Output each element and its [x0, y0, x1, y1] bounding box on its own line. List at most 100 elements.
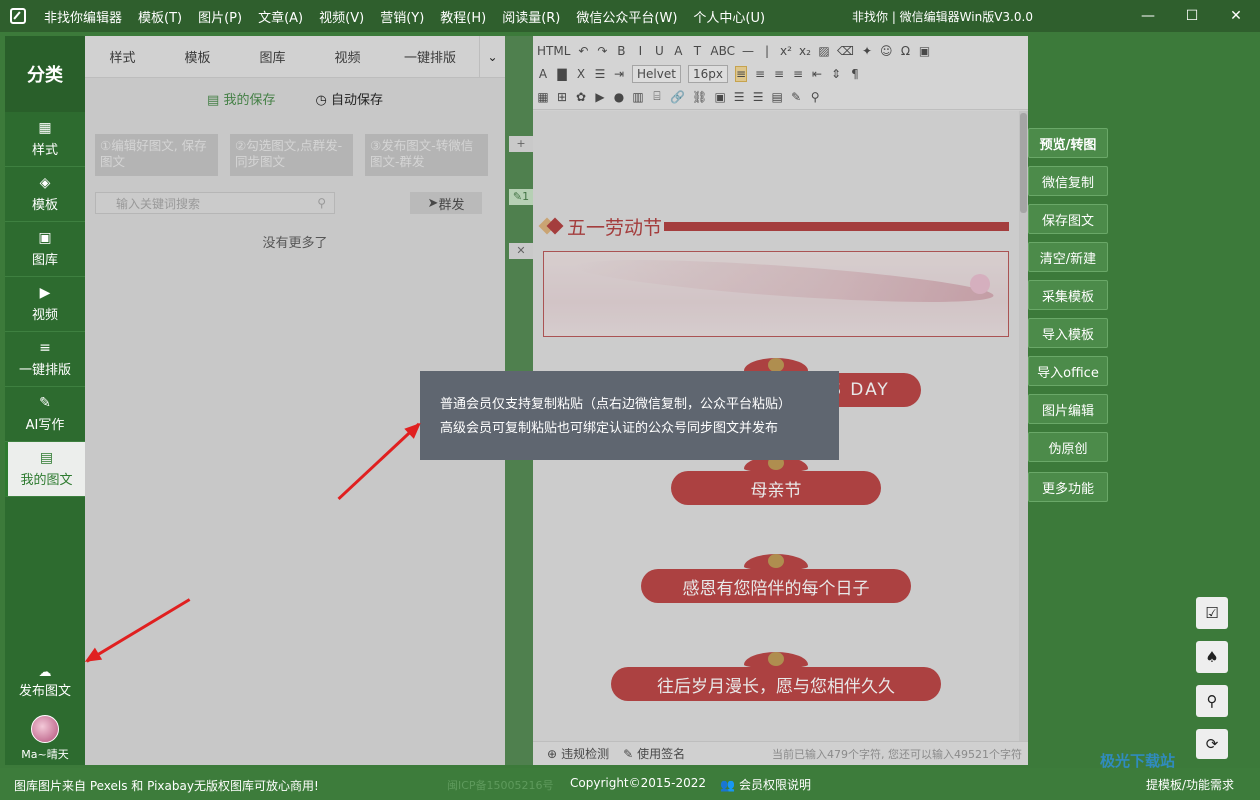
maximize-button[interactable]: ☐ [1170, 0, 1214, 32]
import-template-button[interactable]: 导入模板 [1028, 318, 1108, 348]
tab-video[interactable]: 视频 [310, 47, 385, 66]
clear-format-button[interactable]: X [575, 67, 587, 81]
wechat-copy-button[interactable]: 微信复制 [1028, 166, 1108, 196]
sidebar-item-auto-layout[interactable]: ≡ 一键排版 [5, 332, 85, 387]
sidebar-item-style[interactable]: ▦ 样式 [5, 112, 85, 167]
indent-button[interactable]: ⇥ [613, 67, 625, 81]
insert-chart-button[interactable]: ▥ [632, 90, 644, 104]
collect-template-button[interactable]: 采集模板 [1028, 280, 1108, 310]
menu-wechat-platform[interactable]: 微信公众平台(W) [568, 7, 685, 26]
outdent-button[interactable]: ⇤ [811, 67, 823, 81]
sidebar-item-gallery[interactable]: ▣ 图库 [5, 222, 85, 277]
sidebar-item-template[interactable]: ◈ 模板 [5, 167, 85, 222]
paste-plain-button[interactable]: ▤ [771, 90, 783, 104]
bold-button[interactable]: B [615, 44, 627, 58]
menu-reads[interactable]: 阅读量(R) [494, 7, 568, 26]
menu-video[interactable]: 视频(V) [311, 7, 372, 26]
menu-article[interactable]: 文章(A) [250, 7, 311, 26]
pseudo-original-button[interactable]: 伪原创 [1028, 432, 1108, 462]
delete-block-button[interactable]: ✕ [509, 243, 533, 259]
search-icon[interactable]: ⚲ [317, 196, 326, 210]
text-format-button[interactable]: T [691, 44, 703, 58]
sidebar-item-video[interactable]: ▶ 视频 [5, 277, 85, 332]
search-input[interactable]: 输入关键词搜索 ⚲ [95, 192, 335, 214]
unlink-button[interactable]: ⛓ [692, 90, 707, 104]
pattern-button[interactable]: ▨ [818, 44, 830, 58]
editor-scrollbar[interactable] [1019, 111, 1028, 741]
tab-style[interactable]: 样式 [85, 47, 160, 66]
insert-frame-button[interactable]: ⌸ [651, 89, 663, 104]
menu-app[interactable]: 非找你编辑器 [36, 7, 130, 26]
justify-button[interactable]: ≡ [792, 67, 804, 81]
font-color-button[interactable]: A [537, 67, 549, 81]
sidebar-item-publish[interactable]: ☁ 发布图文 [5, 654, 85, 709]
undo-button[interactable]: ↶ [577, 44, 589, 58]
mass-send-button[interactable]: ➤ 群发 [410, 192, 482, 214]
spacing-button[interactable]: ⇕ [830, 67, 842, 81]
redo-button[interactable]: ↷ [596, 44, 608, 58]
scroll-thumb[interactable] [1020, 113, 1027, 213]
icp-number[interactable]: 闽ICP备15005216号 [447, 777, 554, 793]
insert-video-button[interactable]: ▶ [594, 90, 606, 104]
menu-template[interactable]: 模板(T) [130, 7, 190, 26]
sidebar-item-ai-writing[interactable]: ✎ AI写作 [5, 387, 85, 442]
unordered-list-button[interactable]: ☰ [752, 90, 764, 104]
close-button[interactable]: ✕ [1214, 0, 1258, 32]
user-profile[interactable]: Ma~晴天 [5, 711, 85, 765]
import-office-button[interactable]: 导入office [1028, 356, 1108, 386]
clear-new-button[interactable]: 清空/新建 [1028, 242, 1108, 272]
separator[interactable]: | [761, 44, 773, 58]
line-height-button[interactable]: ☰ [594, 67, 606, 81]
italic-button[interactable]: I [634, 44, 646, 58]
menu-user-center[interactable]: 个人中心(U) [685, 7, 773, 26]
use-signature-button[interactable]: ✎ 使用签名 [623, 745, 685, 762]
bg-color-button[interactable]: ▇ [556, 67, 568, 81]
align-left-button[interactable]: ≡ [734, 65, 747, 82]
pill-heading[interactable]: 母亲节 [533, 456, 1019, 516]
emoji-button[interactable]: ☺ [880, 44, 893, 58]
anchor-button[interactable]: ▣ [714, 90, 726, 104]
underline-button[interactable]: U [653, 44, 665, 58]
eraser-button[interactable]: ⌫ [837, 44, 854, 58]
tab-auto-layout[interactable]: 一键排版 [385, 47, 475, 66]
insert-map-button[interactable]: ● [613, 90, 625, 104]
pill-heading[interactable]: 感恩有您陪伴的每个日子 [533, 554, 1019, 614]
feature-request-link[interactable]: 提模板/功能需求 [1146, 776, 1234, 793]
search-icon[interactable]: ⚲ [1196, 685, 1228, 717]
more-features-button[interactable]: 更多功能 [1028, 472, 1108, 502]
preview-button[interactable]: 预览/转图 [1028, 128, 1108, 158]
pill-heading[interactable]: 往后岁月漫长，愿与您相伴久久 [533, 652, 1019, 712]
tab-template[interactable]: 模板 [160, 47, 235, 66]
magic-button[interactable]: ✦ [861, 44, 873, 58]
superscript-button[interactable]: x² [780, 44, 792, 58]
align-center-button[interactable]: ≡ [754, 67, 766, 81]
insert-table-button[interactable]: ⊞ [556, 90, 568, 104]
align-right-button[interactable]: ≡ [773, 67, 785, 81]
sidebar-item-my-articles[interactable]: ▤ 我的图文 [5, 442, 85, 497]
save-article-button[interactable]: 保存图文 [1028, 204, 1108, 234]
insert-effect-button[interactable]: ✿ [575, 90, 587, 104]
subtab-auto-save[interactable]: ◷ 自动保存 [315, 89, 383, 108]
add-block-button[interactable]: + [509, 136, 533, 152]
strikethrough-button[interactable]: ABC [710, 44, 735, 58]
ordered-list-button[interactable]: ☰ [733, 90, 745, 104]
edit-count-button[interactable]: ✎1 [509, 189, 533, 205]
html-button[interactable]: HTML [537, 44, 570, 58]
chevron-down-icon[interactable]: ⌄ [479, 35, 505, 78]
symbol-button[interactable]: Ω [900, 44, 912, 58]
qq-icon[interactable]: ♠ [1196, 641, 1228, 673]
banner-image[interactable] [543, 251, 1009, 337]
refresh-icon[interactable]: ⟳ [1196, 729, 1228, 759]
subtab-my-saves[interactable]: ▤ 我的保存 [207, 89, 275, 108]
violation-check-button[interactable]: ⊕ 违规检测 [547, 745, 609, 762]
font-size-select[interactable]: 16px [687, 64, 728, 83]
find-button[interactable]: ⚲ [809, 90, 821, 104]
menu-marketing[interactable]: 营销(Y) [372, 7, 432, 26]
insert-image-button[interactable]: ▦ [537, 90, 549, 104]
minimize-button[interactable]: — [1126, 0, 1170, 32]
menu-tutorial[interactable]: 教程(H) [432, 7, 494, 26]
member-rights-link[interactable]: 👥 会员权限说明 [720, 776, 811, 793]
paragraph-button[interactable]: ¶ [849, 67, 861, 81]
hr-button[interactable]: — [742, 44, 754, 58]
calendar-check-icon[interactable]: ☑ [1196, 597, 1228, 629]
